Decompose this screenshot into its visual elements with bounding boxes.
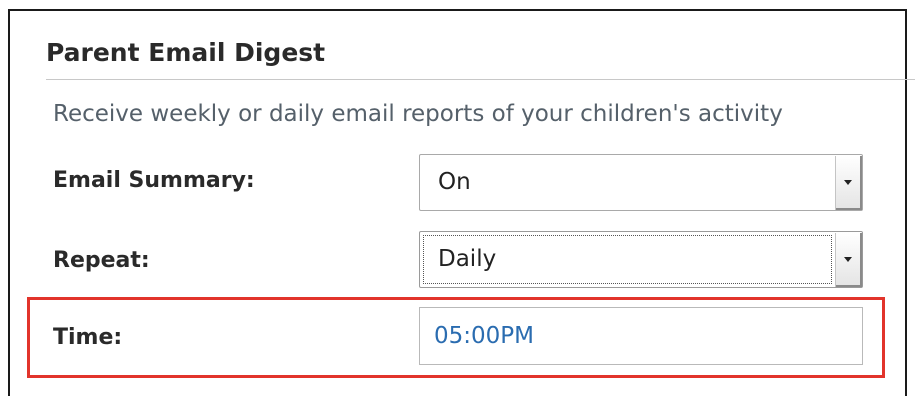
chevron-down-icon <box>844 180 852 185</box>
chevron-down-icon <box>844 257 852 262</box>
email-summary-label: Email Summary: <box>53 168 255 193</box>
time-input[interactable] <box>419 307 863 365</box>
time-label: Time: <box>53 325 123 350</box>
section-title: Parent Email Digest <box>46 26 915 80</box>
email-summary-selected-value: On <box>438 169 471 195</box>
section-description: Receive weekly or daily email reports of… <box>53 101 783 127</box>
email-summary-select[interactable]: On <box>419 154 863 211</box>
email-summary-dropdown-button[interactable] <box>835 156 862 210</box>
repeat-dropdown-button[interactable] <box>835 233 862 287</box>
repeat-selected-value: Daily <box>438 246 497 272</box>
repeat-select[interactable]: Daily <box>419 231 863 288</box>
repeat-label: Repeat: <box>53 248 150 273</box>
